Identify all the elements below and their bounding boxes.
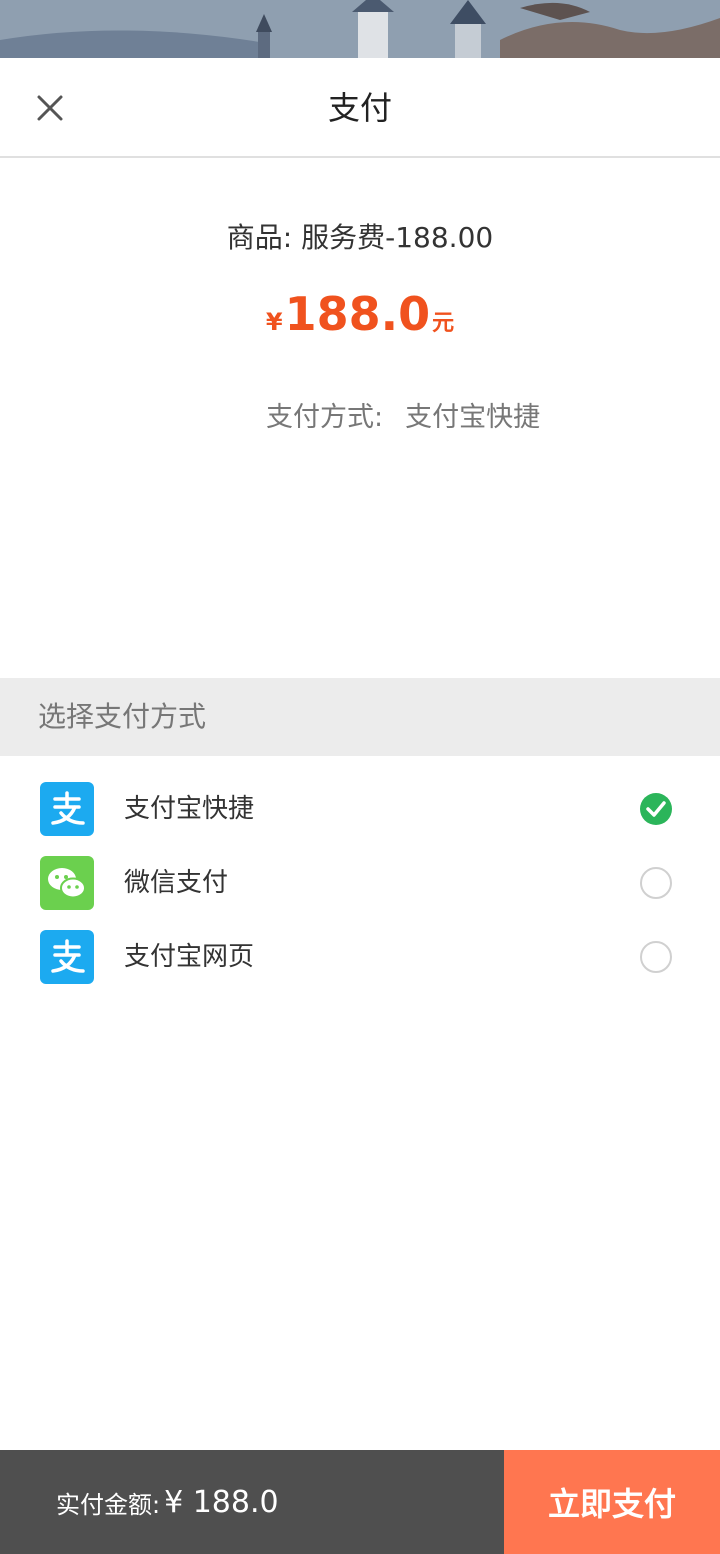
payment-option-alipay-web[interactable]: 支付宝网页 xyxy=(0,920,720,994)
price-currency: ¥ xyxy=(265,308,283,336)
payment-option-wechat[interactable]: 微信支付 xyxy=(0,846,720,920)
header-bar: 支付 xyxy=(0,58,720,158)
current-payment-method: 支付方式: 支付宝快捷 xyxy=(266,396,540,440)
pay-now-button[interactable]: 立即支付 xyxy=(504,1450,720,1554)
total-section: 实付金额: ¥ 188.0 xyxy=(0,1450,504,1554)
wechat-icon xyxy=(40,856,94,910)
background-banner xyxy=(0,0,720,58)
radio-selected[interactable] xyxy=(640,793,672,825)
alipay-icon xyxy=(40,782,94,836)
option-label: 支付宝网页 xyxy=(124,942,255,972)
close-icon xyxy=(37,95,63,121)
radio-unselected[interactable] xyxy=(640,867,672,899)
option-label: 支付宝快捷 xyxy=(124,794,255,824)
checkout-footer: 实付金额: ¥ 188.0 立即支付 xyxy=(0,1450,720,1554)
price-unit: 元 xyxy=(432,311,455,336)
radio-unselected[interactable] xyxy=(640,941,672,973)
payment-option-alipay-quick[interactable]: 支付宝快捷 xyxy=(0,772,720,846)
price-amount: 188.0 xyxy=(284,287,431,341)
section-title: 选择支付方式 xyxy=(0,678,720,756)
price-display: ¥188.0元 xyxy=(0,284,720,355)
product-name: 商品: 服务费-188.00 xyxy=(226,221,494,254)
castle-illustration xyxy=(0,0,720,58)
method-value: 支付宝快捷 xyxy=(405,402,541,433)
payment-options-list: 支付宝快捷 微信支付 支付宝网页 xyxy=(0,772,720,994)
option-label: 微信支付 xyxy=(124,868,229,898)
total-amount: ¥ 188.0 xyxy=(164,1484,279,1520)
method-label: 支付方式: xyxy=(266,402,384,433)
alipay-icon xyxy=(40,930,94,984)
total-label: 实付金额: xyxy=(56,1490,161,1519)
page-title: 支付 xyxy=(327,89,392,127)
close-button[interactable] xyxy=(24,82,76,134)
check-icon xyxy=(646,801,666,817)
